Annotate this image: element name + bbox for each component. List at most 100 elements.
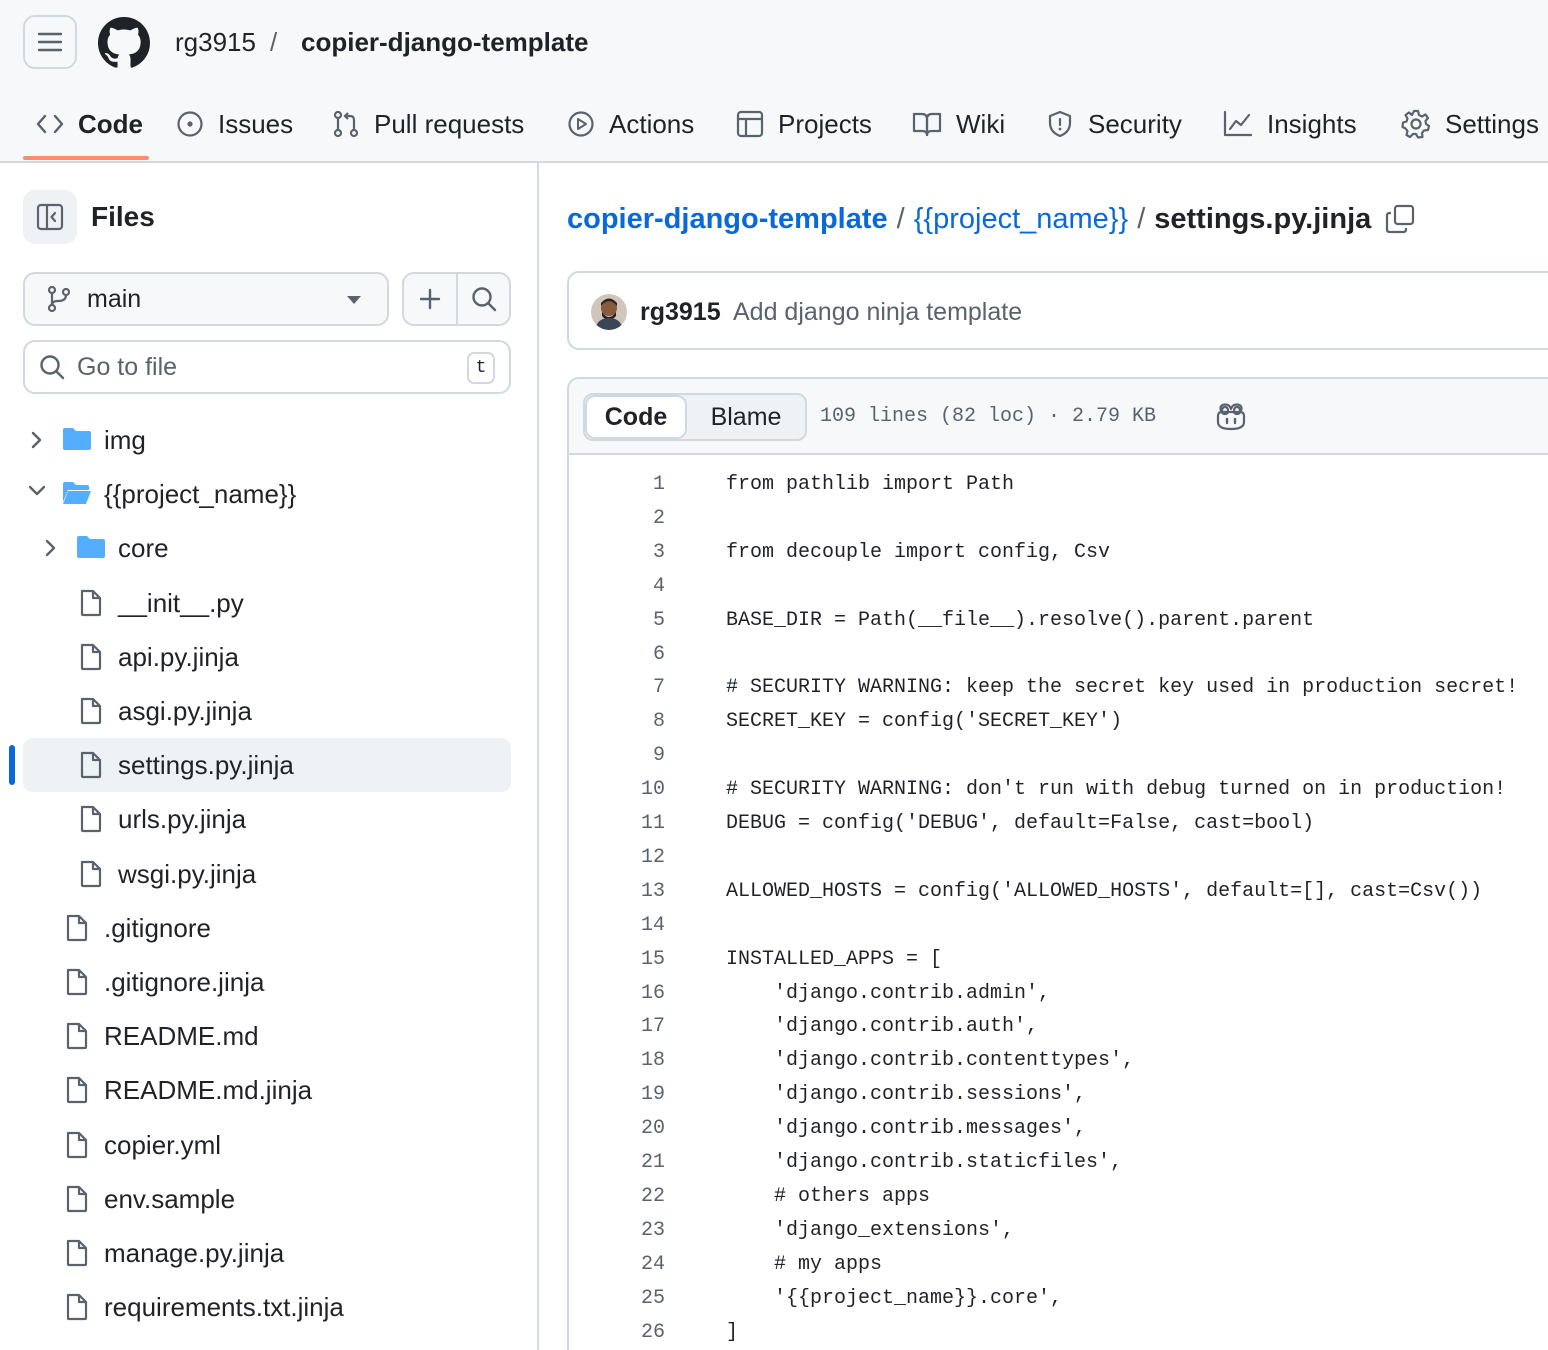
line-number[interactable]: 23 [569, 1214, 665, 1248]
tab-code[interactable]: Code [36, 96, 143, 152]
go-to-file-input[interactable] [77, 352, 437, 382]
line-number[interactable]: 4 [569, 570, 665, 604]
blame-view-button[interactable]: Blame [687, 395, 805, 439]
code-text: 'django.contrib.messages', [726, 1117, 1087, 1140]
tab-security[interactable]: Security [1046, 96, 1182, 152]
chevron-right-icon [31, 431, 42, 449]
commit-author-link[interactable]: rg3915 [640, 295, 721, 329]
line-number[interactable]: 2 [569, 502, 665, 536]
line-number[interactable]: 24 [569, 1248, 665, 1282]
tree-file-item[interactable]: .gitignore.jinja [23, 955, 511, 1009]
line-number[interactable]: 9 [569, 739, 665, 773]
code-line: 15 INSTALLED_APPS = [ [569, 943, 1548, 977]
branch-selector[interactable]: main [23, 272, 389, 326]
line-number[interactable]: 12 [569, 841, 665, 875]
file-viewer: Code Blame 109 lines (82 loc) · 2.79 KB … [567, 377, 1548, 1350]
tab-projects[interactable]: Projects [736, 96, 872, 152]
tree-file-item[interactable]: .gitignore [23, 901, 511, 955]
code-text: ALLOWED_HOSTS = config('ALLOWED_HOSTS', … [726, 880, 1483, 903]
tree-file-item[interactable]: env.sample [23, 1172, 511, 1226]
code-line: 2 [569, 502, 1548, 536]
tree-file-item[interactable]: settings.py.jinja [23, 738, 511, 792]
active-tab-indicator [23, 156, 149, 160]
line-number[interactable]: 19 [569, 1078, 665, 1112]
line-number[interactable]: 14 [569, 909, 665, 943]
tree-file-item[interactable]: wsgi.py.jinja [23, 847, 511, 901]
tree-folder-item[interactable]: core [23, 521, 511, 575]
tree-file-item[interactable]: requirements.txt.jinja [23, 1280, 511, 1334]
line-number[interactable]: 21 [569, 1146, 665, 1180]
menu-button[interactable] [23, 15, 77, 69]
tree-folder-item[interactable]: {{project_name}} [23, 467, 511, 521]
code-line: 1 from pathlib import Path [569, 468, 1548, 502]
line-number[interactable]: 3 [569, 536, 665, 570]
issue-opened-icon [177, 111, 203, 137]
shield-icon [1048, 110, 1072, 138]
commit-message-link[interactable]: Add django ninja template [733, 295, 1022, 329]
breadcrumb-separator: / [1137, 203, 1146, 235]
line-number[interactable]: 1 [569, 468, 665, 502]
code-text: INSTALLED_APPS = [ [726, 948, 943, 971]
github-logo-icon[interactable] [98, 17, 150, 69]
tree-file-item[interactable]: README.md [23, 1009, 511, 1063]
line-number[interactable]: 7 [569, 671, 665, 705]
tab-label: Wiki [956, 108, 1006, 139]
tree-file-item[interactable]: __init__.py [23, 576, 511, 630]
gear-icon [1401, 109, 1431, 139]
tree-folder-item[interactable]: img [23, 413, 511, 467]
line-number[interactable]: 25 [569, 1282, 665, 1316]
tree-file-item[interactable]: manage.py.jinja [23, 1226, 511, 1280]
code-text: # SECURITY WARNING: don't run with debug… [726, 778, 1507, 801]
tree-file-item[interactable]: copier.yml [23, 1118, 511, 1172]
add-file-button[interactable] [404, 274, 456, 324]
code-text: from pathlib import Path [726, 473, 1015, 496]
code-text: 'django.contrib.contenttypes', [726, 1049, 1135, 1072]
code-line: 5 BASE_DIR = Path(__file__).resolve().par… [569, 604, 1548, 638]
line-number[interactable]: 26 [569, 1316, 665, 1350]
search-code-button[interactable] [456, 274, 509, 324]
line-number[interactable]: 13 [569, 875, 665, 909]
line-number[interactable]: 5 [569, 604, 665, 638]
avatar[interactable] [591, 294, 627, 330]
code-line: 21 'django.contrib.staticfiles', [569, 1146, 1548, 1180]
tree-file-item[interactable]: README.md.jinja [23, 1063, 511, 1117]
go-to-file-field[interactable]: t [23, 340, 511, 394]
tree-item-label: __init__.py [118, 588, 244, 618]
triangle-down-icon [347, 296, 361, 304]
repo-name-link[interactable]: copier-django-template [301, 24, 588, 60]
tab-pull-requests[interactable]: Pull requests [332, 96, 524, 152]
code-text: from decouple import config, Csv [726, 541, 1111, 564]
code-line: 3 from decouple import config, Csv [569, 536, 1548, 570]
breadcrumb-repo-link[interactable]: copier-django-template [567, 198, 888, 240]
tab-settings[interactable]: Settings [1401, 96, 1539, 152]
copilot-icon[interactable] [1215, 402, 1247, 432]
file-icon [66, 1293, 88, 1321]
tab-wiki[interactable]: Wiki [912, 96, 1005, 152]
line-number[interactable]: 8 [569, 705, 665, 739]
line-number[interactable]: 10 [569, 773, 665, 807]
tree-file-item[interactable]: urls.py.jinja [23, 792, 511, 846]
tab-issues[interactable]: Issues [176, 96, 293, 152]
tree-file-item[interactable]: asgi.py.jinja [23, 684, 511, 738]
line-number[interactable]: 20 [569, 1112, 665, 1146]
collapse-sidebar-button[interactable] [23, 190, 77, 244]
file-icon [80, 589, 102, 617]
code-text: SECRET_KEY = config('SECRET_KEY') [726, 710, 1123, 733]
breadcrumb-folder-link[interactable]: {{project_name}} [914, 198, 1128, 240]
copy-path-icon[interactable] [1385, 204, 1415, 234]
code-text: '{{project_name}}.core', [726, 1287, 1063, 1310]
code-view-button[interactable]: Code [585, 395, 687, 439]
tab-insights[interactable]: Insights [1223, 96, 1357, 152]
code-line: 9 [569, 739, 1548, 773]
tab-label: Issues [218, 108, 294, 139]
line-number[interactable]: 6 [569, 638, 665, 672]
line-number[interactable]: 18 [569, 1044, 665, 1078]
line-number[interactable]: 16 [569, 977, 665, 1011]
line-number[interactable]: 11 [569, 807, 665, 841]
repo-owner-link[interactable]: rg3915 [175, 24, 256, 60]
line-number[interactable]: 15 [569, 943, 665, 977]
line-number[interactable]: 22 [569, 1180, 665, 1214]
tab-actions[interactable]: Actions [567, 96, 694, 152]
line-number[interactable]: 17 [569, 1010, 665, 1044]
tree-file-item[interactable]: api.py.jinja [23, 630, 511, 684]
